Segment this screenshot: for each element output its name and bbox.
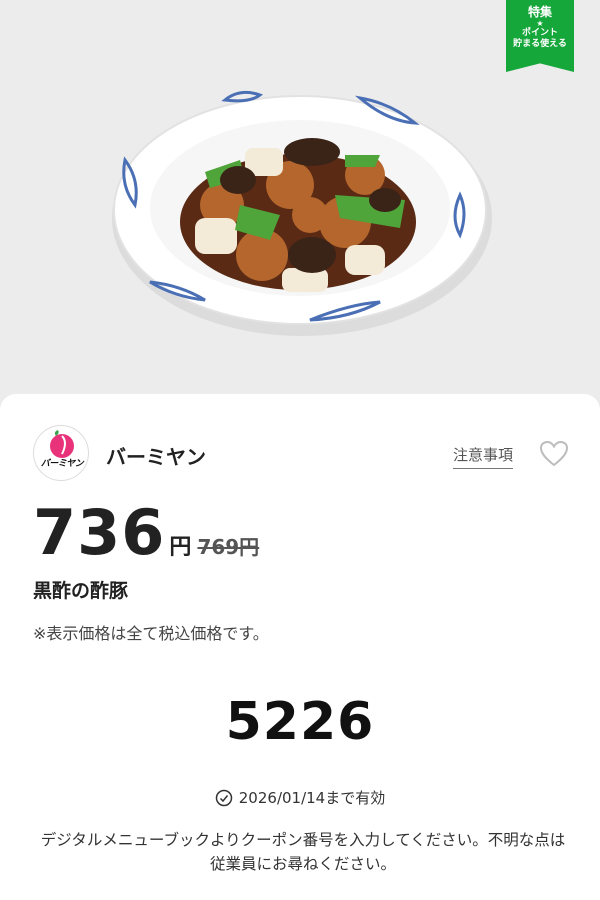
peach-logo-icon	[50, 430, 74, 458]
notes-link[interactable]: 注意事項	[453, 444, 514, 469]
badge-line-1: ポイント	[521, 28, 558, 38]
feature-badge[interactable]: 特集 ★ ポイント 貯まる使える	[506, 0, 574, 72]
instructions-text: デジタルメニューブックよりクーポン番号を入力してください。不明な点は従業員にお尋…	[40, 831, 566, 873]
price-block: 736 円 769円	[33, 502, 259, 564]
tax-note: ※表示価格は全て税込価格です。	[33, 624, 269, 643]
store-name: バーミヤン	[106, 445, 206, 469]
coupon-card: バーミヤン バーミヤン 注意事項 736 円 769円 黒酢の酢豚 ※表示価格は…	[0, 394, 600, 900]
badge-line-2: 貯まる使える	[513, 39, 567, 49]
clock-icon	[215, 789, 233, 806]
item-name: 黒酢の酢豚	[33, 580, 129, 602]
validity-row: 2026/01/14まで有効	[0, 787, 600, 808]
star-icon: ★	[536, 19, 544, 28]
logo-wordmark: バーミヤン	[40, 459, 84, 469]
current-price: 736	[33, 496, 166, 569]
badge-title: 特集	[527, 5, 552, 19]
price-unit: 円	[169, 535, 192, 560]
validity-text: 2026/01/14まで有効	[238, 789, 386, 807]
coupon-page: 特集 ★ ポイント 貯まる使える バーミヤン バーミヤン 注意事項 736 円 …	[0, 0, 600, 900]
original-price: 769円	[197, 535, 260, 559]
heart-outline-icon[interactable]	[539, 440, 569, 468]
coupon-code: 5226	[225, 692, 375, 752]
store-logo: バーミヤン	[33, 425, 89, 481]
